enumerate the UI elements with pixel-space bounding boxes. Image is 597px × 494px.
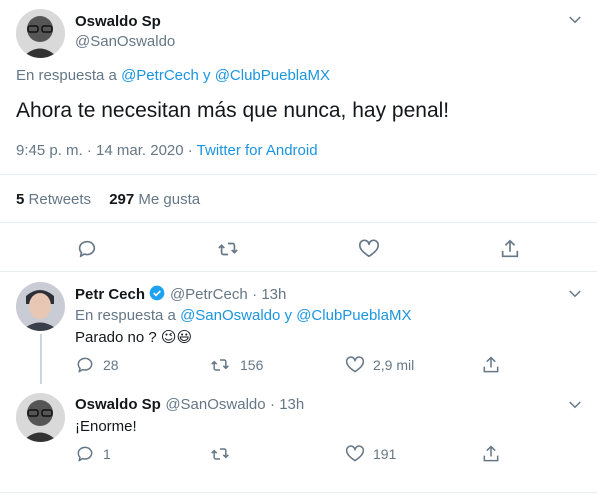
retweet-icon[interactable] (210, 444, 230, 464)
reply-count[interactable]: 1 (103, 446, 111, 462)
retweets-label[interactable]: Retweets (29, 191, 92, 208)
reply-header: Oswaldo Sp @SanOswaldo · 13h (75, 396, 304, 414)
reply-time[interactable]: · 13h (252, 286, 286, 303)
reply-header: Petr Cech @PetrCech · 13h (75, 285, 286, 304)
share-icon[interactable] (499, 238, 521, 260)
author-handle[interactable]: @SanOswaldo (75, 33, 175, 50)
retweets-count[interactable]: 5 (16, 191, 24, 208)
reply-count[interactable]: 28 (103, 357, 119, 373)
reply-mention-link[interactable]: @SanOswaldo (180, 307, 280, 324)
like-icon[interactable] (345, 355, 365, 375)
chevron-down-icon[interactable] (566, 396, 584, 414)
tweet-text: ¡Enorme! (75, 418, 137, 435)
author-name[interactable]: Oswaldo Sp (75, 13, 161, 30)
tweet-time[interactable]: 9:45 p. m. · 14 mar. 2020 · (16, 142, 193, 159)
reply-context: En respuesta a @PetrCech y @ClubPueblaMX (16, 67, 330, 84)
reply-mention-link[interactable]: @PetrCech (121, 67, 199, 84)
author-handle[interactable]: @PetrCech (170, 286, 248, 303)
reply-prefix: En respuesta a (16, 67, 117, 84)
divider (0, 222, 597, 223)
retweet-count[interactable]: 156 (240, 357, 263, 373)
tweet-text: Ahora te necesitan más que nunca, hay pe… (16, 99, 450, 122)
tweet-text-body: Parado no ? (75, 329, 157, 346)
avatar[interactable] (16, 282, 65, 331)
retweet-icon[interactable] (217, 238, 239, 260)
avatar[interactable] (16, 9, 65, 58)
reply-icon[interactable] (75, 355, 95, 375)
reply-context: En respuesta a @SanOswaldo y @ClubPuebla… (75, 307, 412, 324)
chevron-down-icon[interactable] (566, 285, 584, 303)
share-icon[interactable] (481, 355, 501, 375)
like-count[interactable]: 2,9 mil (373, 357, 414, 373)
likes-count[interactable]: 297 (109, 191, 134, 208)
author-name[interactable]: Oswaldo Sp (75, 396, 161, 413)
reply-icon[interactable] (75, 444, 95, 464)
verified-badge-icon (150, 285, 165, 301)
reply-mention-link[interactable]: @ClubPueblaMX (215, 67, 330, 84)
divider (0, 174, 597, 175)
share-icon[interactable] (481, 444, 501, 464)
like-count[interactable]: 191 (373, 446, 396, 462)
avatar[interactable] (16, 393, 65, 442)
reply-prefix: En respuesta a (75, 307, 176, 324)
author-name[interactable]: Petr Cech (75, 286, 145, 303)
reply-time[interactable]: · 13h (270, 396, 304, 413)
emoji: 😉😃 (160, 329, 193, 346)
chevron-down-icon[interactable] (566, 11, 584, 29)
tweet-stats: 5 Retweets 297 Me gusta (16, 191, 200, 208)
like-icon[interactable] (358, 238, 380, 260)
tweet-timestamp: 9:45 p. m. · 14 mar. 2020 · Twitter for … (16, 142, 318, 159)
likes-label[interactable]: Me gusta (138, 191, 200, 208)
reply-and: y (203, 67, 211, 84)
author-handle[interactable]: @SanOswaldo (165, 396, 265, 413)
reply-and: y (284, 307, 293, 324)
divider (0, 271, 597, 272)
divider (0, 492, 597, 493)
thread-line (40, 334, 42, 384)
retweet-icon[interactable] (210, 355, 230, 375)
reply-mention-link[interactable]: @ClubPueblaMX (296, 307, 411, 324)
reply-icon[interactable] (76, 238, 98, 260)
tweet-text: Parado no ? 😉😃 (75, 328, 192, 346)
tweet-source-link[interactable]: Twitter for Android (197, 142, 318, 159)
like-icon[interactable] (345, 444, 365, 464)
